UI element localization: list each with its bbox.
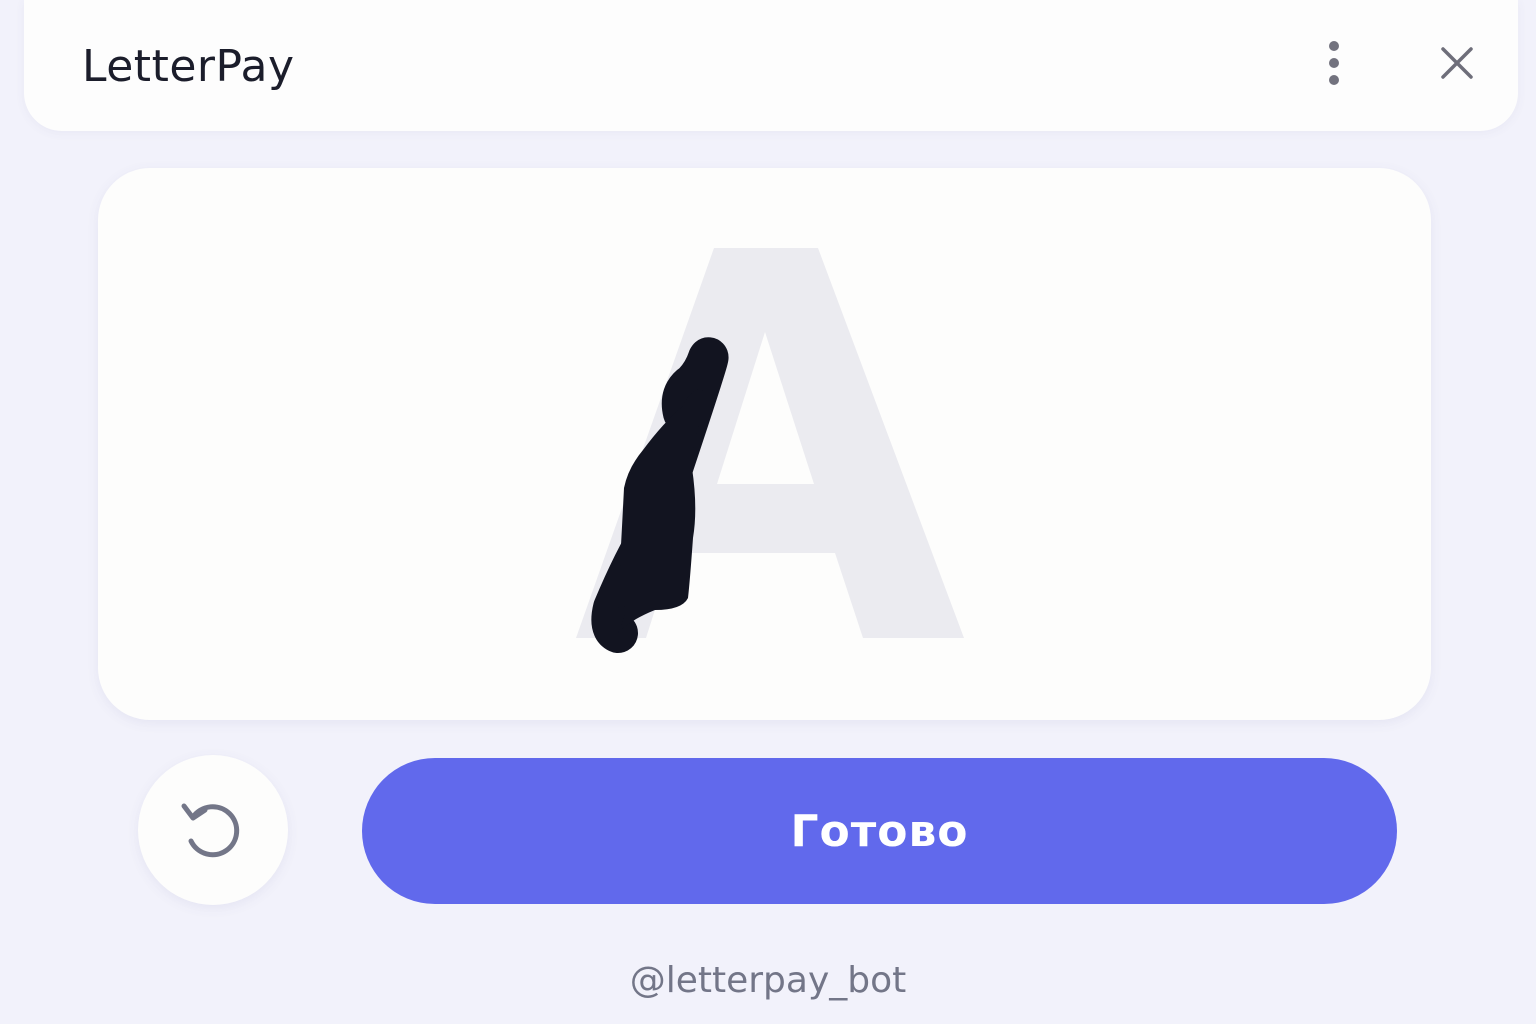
reset-button[interactable] <box>138 755 288 905</box>
app-header: LetterPay <box>24 0 1518 131</box>
close-button[interactable] <box>1432 38 1482 88</box>
close-icon <box>1441 47 1473 79</box>
done-button[interactable]: Готово <box>362 758 1397 904</box>
more-menu-button[interactable] <box>1310 36 1358 92</box>
app-title: LetterPay <box>82 41 295 92</box>
drawing-surface[interactable]: A <box>98 168 1431 720</box>
more-vertical-icon <box>1329 41 1339 85</box>
drawing-canvas[interactable]: A <box>98 168 1431 720</box>
rotate-ccw-icon <box>181 803 240 858</box>
bot-handle: @letterpay_bot <box>629 960 907 1001</box>
